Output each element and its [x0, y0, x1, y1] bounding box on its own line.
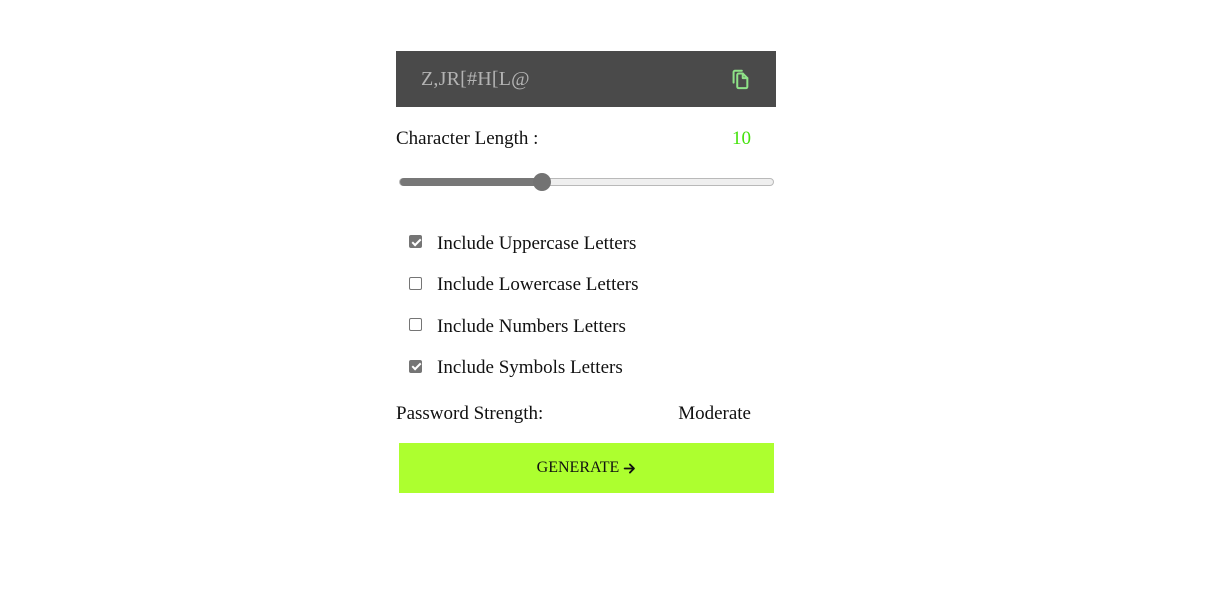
uppercase-label: Include Uppercase Letters [437, 232, 637, 254]
strength-label: Password Strength: [396, 403, 544, 424]
option-lowercase[interactable]: Include Lowercase Letters [409, 265, 776, 307]
options-list: Include Uppercase Letters Include Lowerc… [396, 223, 776, 389]
symbols-label: Include Symbols Letters [437, 357, 623, 379]
slider-thumb[interactable] [532, 173, 551, 191]
numbers-checkbox[interactable] [409, 318, 422, 332]
password-text: Z,JR[#H[L@ [421, 67, 530, 90]
generate-label: GENERATE [536, 459, 620, 476]
lowercase-label: Include Lowercase Letters [437, 274, 639, 296]
length-row: Character Length : 10 [396, 128, 776, 150]
option-uppercase[interactable]: Include Uppercase Letters [409, 223, 776, 265]
strength-value: Moderate [678, 403, 751, 424]
uppercase-checkbox[interactable] [409, 235, 422, 249]
slider-fill [400, 178, 543, 186]
symbols-checkbox[interactable] [409, 359, 422, 373]
arrow-right-icon [623, 462, 636, 475]
length-value: 10 [732, 128, 751, 149]
copy-button[interactable] [728, 67, 752, 91]
length-label: Character Length : [396, 128, 539, 149]
copy-icon [732, 69, 749, 90]
slider-track[interactable] [399, 178, 774, 186]
option-numbers[interactable]: Include Numbers Letters [409, 306, 776, 348]
lowercase-checkbox[interactable] [409, 276, 422, 290]
length-slider[interactable] [396, 172, 776, 192]
password-output: Z,JR[#H[L@ [396, 51, 776, 107]
option-symbols[interactable]: Include Symbols Letters [409, 348, 776, 390]
generate-button[interactable]: GENERATE [399, 443, 774, 493]
numbers-label: Include Numbers Letters [437, 315, 626, 337]
strength-row: Password Strength: Moderate [396, 403, 776, 425]
password-generator: Z,JR[#H[L@ Character Length : 10 Include… [396, 51, 776, 493]
